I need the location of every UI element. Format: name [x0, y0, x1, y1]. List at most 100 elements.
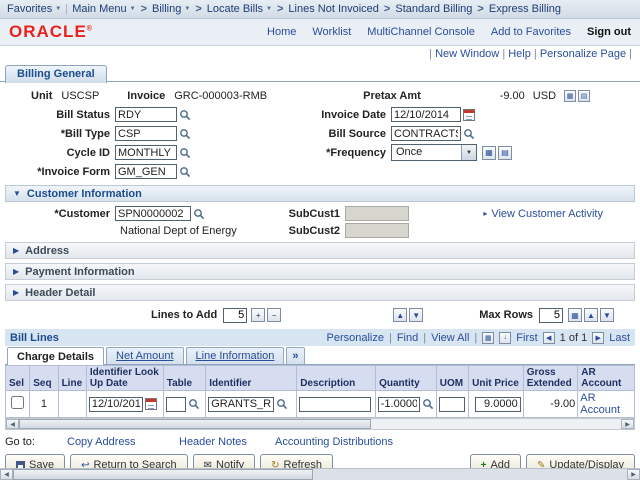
worklist-link[interactable]: Worklist [312, 26, 351, 38]
breadcrumb-express-billing[interactable]: Express Billing [489, 3, 561, 15]
breadcrumb-standard-billing[interactable]: Standard Billing [395, 3, 472, 15]
scroll-down-icon[interactable]: ▼ [409, 308, 423, 322]
add-to-favorites-link[interactable]: Add to Favorites [491, 26, 571, 38]
bill-source-input[interactable] [391, 126, 461, 141]
lookup-icon[interactable] [193, 208, 205, 220]
line-cell [58, 391, 86, 418]
section-customer-information[interactable]: ▼ Customer Information [5, 185, 635, 202]
pager-last[interactable]: Last [609, 332, 630, 344]
breadcrumb-locate-bills[interactable]: Locate Bills▼ [207, 3, 272, 15]
scrollbar-thumb[interactable] [13, 469, 313, 480]
lookup-icon[interactable] [179, 166, 191, 178]
view-all-link[interactable]: View All [431, 332, 469, 344]
tab-line-information[interactable]: Line Information [186, 347, 285, 364]
grid-view-icon[interactable]: ▦ [568, 308, 582, 322]
update-display-button[interactable]: ✎Update/Display [526, 454, 635, 468]
personalize-link[interactable]: Personalize [326, 332, 383, 344]
next-row-icon[interactable]: ▶ [592, 332, 604, 344]
scroll-up-icon[interactable]: ▲ [393, 308, 407, 322]
ar-account-link[interactable]: AR Account [580, 392, 620, 416]
scroll-right-icon[interactable]: ▶ [621, 419, 634, 429]
remove-rows-icon[interactable]: − [267, 308, 281, 322]
lookup-icon[interactable] [179, 109, 191, 121]
select-row-checkbox[interactable] [11, 396, 24, 409]
grid-icon[interactable]: ▦ [564, 90, 576, 102]
add-rows-icon[interactable]: + [251, 308, 265, 322]
copy-address-link[interactable]: Copy Address [67, 436, 179, 448]
pipe: | [629, 48, 632, 60]
scroll-left-icon[interactable]: ◀ [6, 419, 19, 429]
lookup-icon[interactable] [422, 398, 434, 410]
home-link[interactable]: Home [267, 26, 296, 38]
max-rows-input[interactable] [539, 308, 563, 323]
cycle-id-input[interactable] [115, 145, 177, 160]
section-header-detail[interactable]: ▶ Header Detail [5, 284, 635, 301]
unit-price-input[interactable] [475, 397, 521, 412]
invoice-date-input[interactable] [391, 107, 461, 122]
bill-status-input[interactable] [115, 107, 177, 122]
window-horizontal-scrollbar[interactable]: ◀ ▶ [0, 468, 640, 480]
breadcrumb-favorites[interactable]: Favorites▼ [7, 3, 61, 15]
tab-charge-details[interactable]: Charge Details [7, 347, 104, 365]
scrollbar-thumb[interactable] [19, 419, 371, 429]
view-customer-activity-link[interactable]: ▸ View Customer Activity [483, 208, 603, 220]
multichannel-console-link[interactable]: MultiChannel Console [367, 26, 475, 38]
add-button[interactable]: +Add [470, 454, 521, 468]
section-address[interactable]: ▶ Address [5, 242, 635, 259]
personalize-page-link[interactable]: Personalize Page [540, 48, 626, 60]
uom-input[interactable] [439, 397, 465, 412]
breadcrumb-lines-not-invoiced[interactable]: Lines Not Invoiced [288, 3, 379, 15]
lookup-icon[interactable] [188, 398, 200, 410]
quantity-input[interactable] [378, 397, 420, 412]
refresh-button[interactable]: ↻Refresh [260, 454, 333, 468]
header-notes-link[interactable]: Header Notes [179, 436, 275, 448]
lookup-date-input[interactable] [89, 397, 143, 412]
lines-to-add-input[interactable] [223, 308, 247, 323]
section-payment-information[interactable]: ▶ Payment Information [5, 263, 635, 280]
lookup-icon[interactable] [276, 398, 288, 410]
return-to-search-button[interactable]: ↩Return to Search [70, 454, 188, 468]
zoom-grid-icon[interactable]: ▦ [482, 332, 494, 344]
identifier-input[interactable] [208, 397, 274, 412]
breadcrumb-main-menu[interactable]: Main Menu▼ [72, 3, 135, 15]
table-input[interactable] [166, 397, 186, 412]
show-all-columns-icon[interactable]: » [286, 347, 304, 364]
calendar-icon[interactable] [145, 398, 157, 410]
previous-row-icon[interactable]: ◀ [543, 332, 555, 344]
save-button[interactable]: Save [5, 454, 65, 468]
recurrence-icon[interactable]: ▤ [498, 146, 512, 160]
lookup-icon[interactable] [463, 128, 475, 140]
find-link[interactable]: Find [397, 332, 418, 344]
lookup-icon[interactable] [179, 128, 191, 140]
bill-type-input[interactable] [115, 126, 177, 141]
invoice-label: Invoice [127, 90, 165, 102]
accounting-distributions-link[interactable]: Accounting Distributions [275, 436, 635, 448]
bottom-of-list-icon[interactable]: ▼ [600, 308, 614, 322]
table-horizontal-scrollbar[interactable]: ◀ ▶ [5, 418, 635, 430]
scroll-left-icon[interactable]: ◀ [0, 469, 13, 480]
grid-controls: Personalize | Find | View All | ▦ ↓ Firs… [326, 332, 630, 344]
lookup-icon[interactable] [179, 147, 191, 159]
new-window-link[interactable]: New Window [435, 48, 499, 60]
tab-net-amount[interactable]: Net Amount [106, 347, 183, 364]
unit-label: Unit [31, 90, 52, 102]
calendar-icon[interactable] [463, 109, 475, 121]
schedule-icon[interactable]: ▦ [482, 146, 496, 160]
download-icon[interactable]: ↓ [499, 332, 511, 344]
help-link[interactable]: Help [508, 48, 531, 60]
invoice-form-input[interactable] [115, 164, 177, 179]
tab-billing-general[interactable]: Billing General [5, 65, 107, 83]
sign-out-link[interactable]: Sign out [587, 26, 631, 38]
top-of-list-icon[interactable]: ▲ [584, 308, 598, 322]
scroll-right-icon[interactable]: ▶ [627, 469, 640, 480]
form-row: Cycle ID *Frequency Once ▼ ▦ ▤ [5, 143, 635, 162]
description-input[interactable] [299, 397, 371, 412]
notify-button[interactable]: ✉Notify [193, 454, 256, 468]
frequency-select[interactable]: Once ▼ [391, 144, 477, 161]
breadcrumb-billing[interactable]: Billing▼ [152, 3, 190, 15]
section-title: Payment Information [25, 266, 134, 278]
pager-first[interactable]: First [516, 332, 537, 344]
list-icon[interactable]: ▤ [578, 90, 590, 102]
customer-input[interactable] [115, 206, 191, 221]
toolbar: Save ↩Return to Search ✉Notify ↻Refresh … [0, 453, 640, 468]
